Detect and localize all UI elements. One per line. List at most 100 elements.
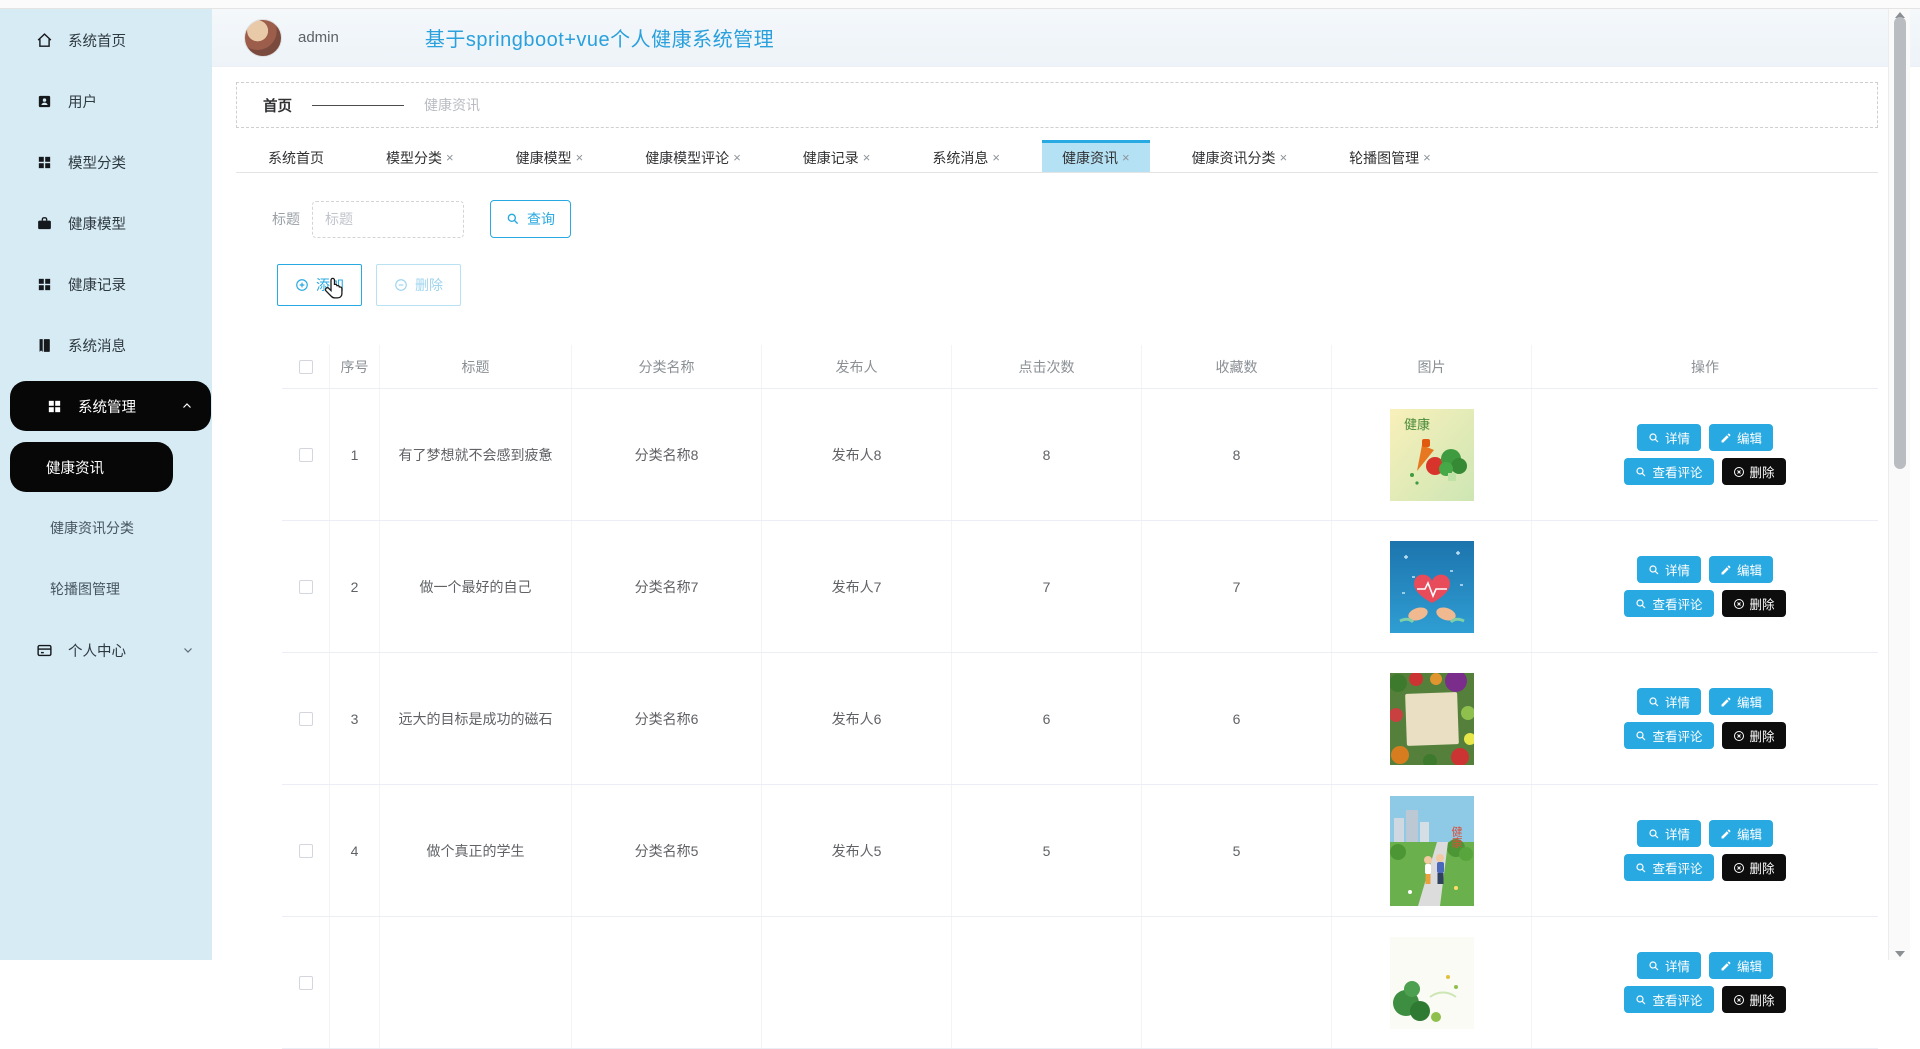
news-image-heart-hands	[1390, 541, 1474, 633]
sidebar-item-system-home[interactable]: 系统首页	[0, 15, 212, 65]
row-delete-button[interactable]: 删除	[1722, 590, 1786, 617]
cell-favorites: 6	[1142, 653, 1332, 784]
cell-publisher: 发布人6	[762, 653, 952, 784]
close-icon[interactable]: ×	[992, 150, 1000, 165]
edit-button[interactable]: 编辑	[1709, 556, 1773, 583]
sidebar-item-health-model[interactable]: 健康模型	[0, 198, 212, 248]
sidebar-item-system-message[interactable]: 系统消息	[0, 320, 212, 370]
search-icon	[1648, 696, 1660, 708]
cell-title: 做一个最好的自己	[380, 521, 572, 652]
cell-category: 分类名称6	[572, 653, 762, 784]
tab-health-record[interactable]: 健康记录×	[783, 140, 891, 172]
sidebar-item-label: 健康模型	[68, 213, 126, 234]
row-checkbox[interactable]	[299, 976, 313, 990]
table-row: 4 做个真正的学生 分类名称5 发布人5 5 5 健康 详情 编辑	[282, 785, 1878, 917]
briefcase-icon	[36, 215, 53, 232]
search-icon	[506, 212, 520, 226]
cell-index: 1	[330, 389, 380, 520]
row-checkbox[interactable]	[299, 712, 313, 726]
breadcrumb-home[interactable]: 首页	[263, 95, 292, 116]
circle-x-icon	[1733, 994, 1745, 1006]
close-icon[interactable]: ×	[733, 150, 741, 165]
tab-carousel-management[interactable]: 轮播图管理×	[1329, 140, 1451, 172]
sidebar-item-label: 用户	[68, 91, 97, 112]
detail-button[interactable]: 详情	[1637, 556, 1701, 583]
view-comments-button[interactable]: 查看评论	[1624, 986, 1713, 1013]
sidebar-item-personal-center[interactable]: 个人中心	[0, 625, 212, 675]
edit-button[interactable]: 编辑	[1709, 424, 1773, 451]
tab-health-model-comments[interactable]: 健康模型评论×	[625, 140, 761, 172]
sidebar-item-health-record[interactable]: 健康记录	[0, 259, 212, 309]
view-comments-button[interactable]: 查看评论	[1624, 590, 1713, 617]
sidebar-item-label: 系统管理	[78, 396, 136, 417]
query-button[interactable]: 查询	[490, 200, 571, 238]
sidebar-item-system-management[interactable]: 系统管理	[10, 381, 211, 431]
scrollbar-thumb[interactable]	[1894, 17, 1906, 469]
table-row: 详情 编辑 查看评论 删除	[282, 917, 1878, 1049]
close-icon[interactable]: ×	[863, 150, 871, 165]
view-comments-button[interactable]: 查看评论	[1624, 854, 1713, 881]
cell-category	[572, 917, 762, 1048]
edit-button[interactable]: 编辑	[1709, 820, 1773, 847]
cell-publisher	[762, 917, 952, 1048]
tab-system-message[interactable]: 系统消息×	[912, 140, 1020, 172]
search-icon	[1648, 960, 1660, 972]
scroll-down-icon[interactable]	[1893, 949, 1907, 959]
cell-title: 做个真正的学生	[380, 785, 572, 916]
select-all-checkbox[interactable]	[299, 360, 313, 374]
detail-button[interactable]: 详情	[1637, 688, 1701, 715]
sidebar-item-label: 模型分类	[68, 152, 126, 173]
sidebar-item-label: 系统消息	[68, 335, 126, 356]
close-icon[interactable]: ×	[1280, 150, 1288, 165]
tab-health-model[interactable]: 健康模型×	[496, 140, 604, 172]
cell-clicks: 6	[952, 653, 1142, 784]
news-image-vegetables-banner: 健康	[1390, 409, 1474, 501]
col-header-actions: 操作	[1532, 345, 1878, 388]
title-search-input[interactable]	[312, 201, 464, 238]
cell-clicks: 7	[952, 521, 1142, 652]
sidebar-item-health-news[interactable]: 健康资讯	[10, 442, 173, 492]
close-icon[interactable]: ×	[1122, 150, 1130, 165]
row-delete-button[interactable]: 删除	[1722, 986, 1786, 1013]
top-header: admin 基于springboot+vue个人健康系统管理	[212, 9, 1920, 67]
cell-favorites: 5	[1142, 785, 1332, 916]
sidebar-item-carousel-management[interactable]: 轮播图管理	[0, 564, 212, 614]
add-button[interactable]: 添加	[277, 264, 362, 306]
detail-button[interactable]: 详情	[1637, 952, 1701, 979]
breadcrumb-current: 健康资讯	[424, 95, 480, 115]
close-icon[interactable]: ×	[1423, 150, 1431, 165]
sidebar-item-health-news-category[interactable]: 健康资讯分类	[0, 503, 212, 553]
cell-index: 3	[330, 653, 380, 784]
sidebar-item-model-category[interactable]: 模型分类	[0, 137, 212, 187]
row-checkbox[interactable]	[299, 844, 313, 858]
tab-health-news-category[interactable]: 健康资讯分类×	[1172, 140, 1308, 172]
view-comments-button[interactable]: 查看评论	[1624, 722, 1713, 749]
news-image-green-trees	[1390, 937, 1474, 1029]
row-delete-button[interactable]: 删除	[1722, 722, 1786, 749]
avatar[interactable]	[244, 19, 282, 57]
row-delete-button[interactable]: 删除	[1722, 458, 1786, 485]
delete-button[interactable]: 删除	[376, 264, 461, 306]
search-icon	[1635, 730, 1647, 742]
tab-model-category[interactable]: 模型分类×	[366, 140, 474, 172]
tab-system-home[interactable]: 系统首页	[248, 140, 344, 172]
cell-publisher: 发布人7	[762, 521, 952, 652]
close-icon[interactable]: ×	[576, 150, 584, 165]
sidebar-item-users[interactable]: 用户	[0, 76, 212, 126]
view-comments-button[interactable]: 查看评论	[1624, 458, 1713, 485]
title-field-label: 标题	[272, 209, 300, 229]
cell-favorites: 8	[1142, 389, 1332, 520]
close-icon[interactable]: ×	[446, 150, 454, 165]
row-checkbox[interactable]	[299, 580, 313, 594]
detail-button[interactable]: 详情	[1637, 424, 1701, 451]
col-header-favorites: 收藏数	[1142, 345, 1332, 388]
grid-icon	[36, 154, 53, 171]
tab-health-news[interactable]: 健康资讯×	[1042, 140, 1150, 172]
row-delete-button[interactable]: 删除	[1722, 854, 1786, 881]
sidebar-item-label: 系统首页	[68, 30, 126, 51]
breadcrumb-divider	[312, 105, 404, 106]
detail-button[interactable]: 详情	[1637, 820, 1701, 847]
row-checkbox[interactable]	[299, 448, 313, 462]
edit-button[interactable]: 编辑	[1709, 952, 1773, 979]
edit-button[interactable]: 编辑	[1709, 688, 1773, 715]
